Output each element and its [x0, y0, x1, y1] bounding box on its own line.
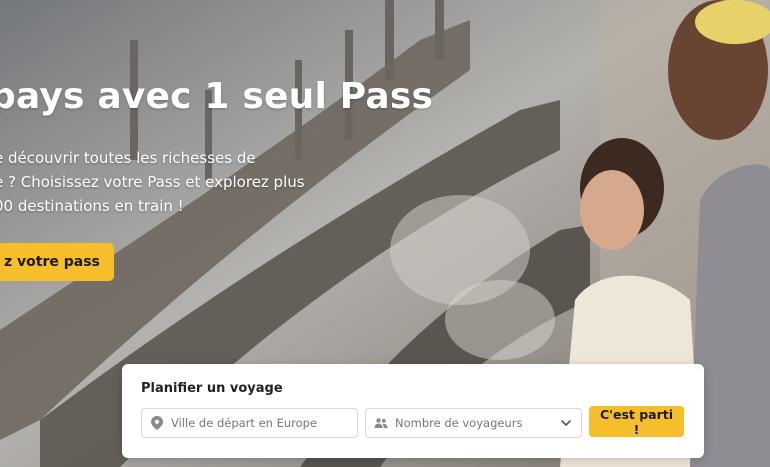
- people-icon: [373, 415, 389, 431]
- planner-title: Planifier un voyage: [141, 381, 283, 396]
- trip-planner-card: Planifier un voyage Ville de départ en E…: [122, 364, 704, 458]
- hero-banner: pays avec 1 seul Pass e découvrir toutes…: [0, 0, 770, 467]
- choose-pass-button[interactable]: z votre pass: [0, 243, 114, 281]
- travelers-select[interactable]: Nombre de voyageurs: [365, 408, 582, 438]
- origin-city-placeholder: Ville de départ en Europe: [171, 416, 318, 430]
- hero-headline: pays avec 1 seul Pass: [0, 76, 434, 117]
- submit-trip-button[interactable]: C'est parti !: [589, 406, 684, 437]
- hero-subtitle-line: e ? Choisissez votre Pass et explorez pl…: [0, 173, 305, 191]
- travelers-placeholder: Nombre de voyageurs: [395, 416, 523, 430]
- location-pin-icon: [149, 415, 165, 431]
- hero-subtitle-line: 00 destinations en train !: [0, 197, 184, 215]
- hero-subtitle-line: e découvrir toutes les richesses de: [0, 149, 256, 167]
- hero-subtitle: e découvrir toutes les richesses de e ? …: [0, 146, 334, 218]
- chevron-down-icon: [560, 417, 572, 429]
- origin-city-field[interactable]: Ville de départ en Europe: [141, 408, 358, 438]
